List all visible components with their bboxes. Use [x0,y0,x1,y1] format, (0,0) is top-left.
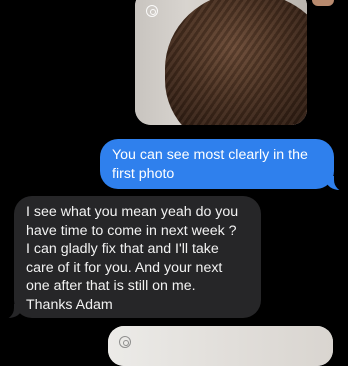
photo-attachment-bottom[interactable] [108,326,333,366]
sent-message-bubble[interactable]: You can see most clearly in the first ph… [100,139,334,189]
live-photo-icon [146,5,158,17]
photo-attachment-top[interactable] [135,0,307,125]
previous-photo-edge[interactable] [312,0,334,6]
message-thread[interactable]: You can see most clearly in the first ph… [0,0,348,366]
live-photo-icon [119,336,131,348]
photo-hair [165,0,307,125]
photo-background [108,326,333,366]
received-message-bubble[interactable]: I see what you mean yeah do you have tim… [14,196,261,318]
